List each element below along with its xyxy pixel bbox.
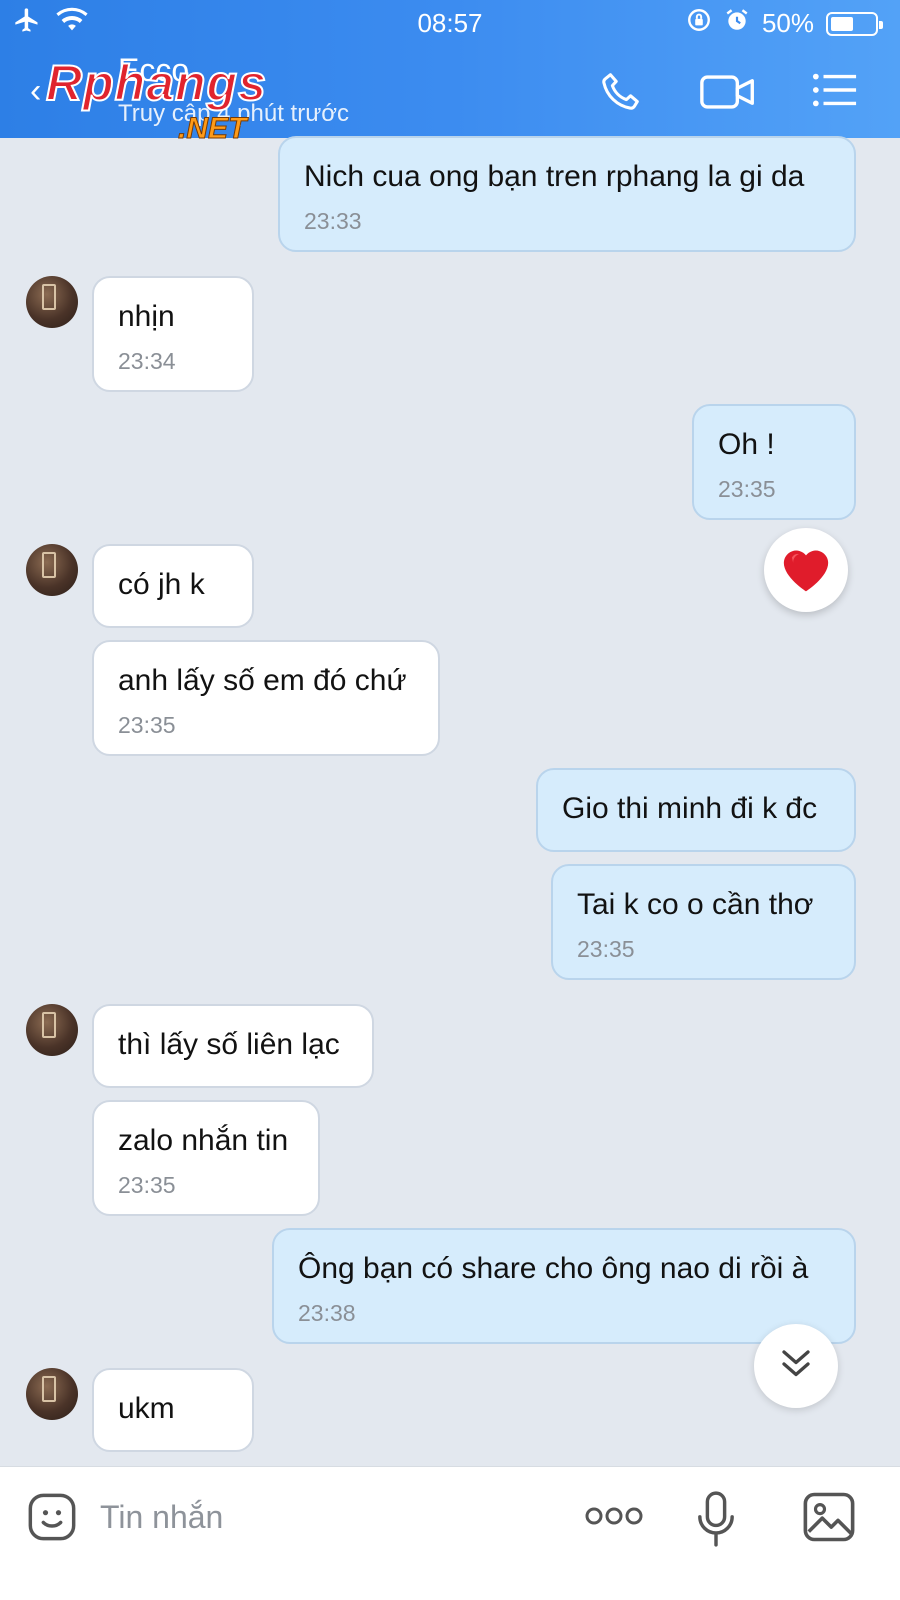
message-text: zalo nhắn tin xyxy=(118,1124,289,1157)
rotation-lock-icon xyxy=(686,7,712,40)
more-options-icon[interactable] xyxy=(584,1501,644,1536)
chat-header: 08:57 50% ‹ Ecco Truy cập 4 phút trước R… xyxy=(0,0,900,144)
message-input-bar xyxy=(0,1466,900,1600)
message-input[interactable] xyxy=(100,1495,540,1539)
avatar[interactable] xyxy=(26,1368,78,1420)
message-text: Gio thi minh đi k đc xyxy=(562,792,818,825)
status-right: 50% xyxy=(686,7,883,40)
message-bubble-outgoing[interactable]: Gio thi minh đi k đc xyxy=(536,768,856,852)
avatar[interactable] xyxy=(26,1004,78,1056)
message-text: Oh ! xyxy=(718,428,775,461)
message-time: 23:33 xyxy=(304,208,362,234)
avatar[interactable] xyxy=(26,544,78,596)
message-time: 23:35 xyxy=(577,936,635,962)
message-text: Ông bạn có share cho ông nao di rồi à xyxy=(298,1252,809,1285)
scroll-down-icon xyxy=(778,1347,814,1386)
message-time: 23:38 xyxy=(298,1300,356,1326)
message-text: Tai k co o cần thơ xyxy=(577,888,814,921)
message-bubble-outgoing[interactable]: Nich cua ong bạn tren rphang la gi da 23… xyxy=(278,136,856,252)
image-icon[interactable] xyxy=(802,1491,856,1548)
message-text: nhịn xyxy=(118,300,175,333)
message-bubble-incoming[interactable]: zalo nhắn tin 23:35 xyxy=(92,1100,320,1216)
message-text: có jh k xyxy=(118,568,205,601)
scroll-down-button[interactable] xyxy=(754,1324,838,1408)
message-bubble-outgoing[interactable]: Ông bạn có share cho ông nao di rồi à 23… xyxy=(272,1228,856,1344)
message-text: anh lấy số em đó chứ xyxy=(118,664,407,697)
video-call-icon[interactable] xyxy=(700,72,756,117)
phone-icon[interactable] xyxy=(598,68,644,119)
message-bubble-incoming[interactable]: anh lấy số em đó chứ 23:35 xyxy=(92,640,440,756)
avatar[interactable] xyxy=(26,276,78,328)
message-time: 23:35 xyxy=(718,476,776,502)
watermark-domain: .NET xyxy=(177,112,247,145)
watermark-logo: Rphangs .NET xyxy=(45,55,267,144)
message-time: 23:35 xyxy=(118,1172,176,1198)
battery-percent: 50% xyxy=(761,8,814,38)
back-arrow-icon[interactable]: ‹ xyxy=(30,72,41,111)
message-bubble-outgoing[interactable]: Oh ! 23:35 xyxy=(692,404,856,520)
heart-reaction-button[interactable] xyxy=(764,528,848,612)
microphone-icon[interactable] xyxy=(694,1491,738,1552)
message-text: Nich cua ong bạn tren rphang la gi da xyxy=(304,160,805,193)
message-bubble-incoming[interactable]: có jh k xyxy=(92,544,254,628)
menu-icon[interactable] xyxy=(812,72,858,113)
watermark-word: Rphangs xyxy=(45,55,267,111)
message-time: 23:35 xyxy=(118,712,176,738)
battery-icon xyxy=(826,11,883,36)
status-bar: 08:57 50% xyxy=(0,0,900,44)
message-bubble-outgoing[interactable]: Tai k co o cần thơ 23:35 xyxy=(551,864,856,980)
message-time: 23:34 xyxy=(118,348,176,374)
message-text: thì lấy số liên lạc xyxy=(118,1028,340,1061)
message-bubble-incoming[interactable]: thì lấy số liên lạc xyxy=(92,1004,374,1088)
alarm-icon xyxy=(724,7,750,40)
message-bubble-incoming[interactable]: ukm xyxy=(92,1368,254,1452)
heart-icon xyxy=(778,542,834,599)
sticker-icon[interactable] xyxy=(26,1491,78,1548)
message-text: ukm xyxy=(118,1392,175,1425)
message-bubble-incoming[interactable]: nhịn 23:34 xyxy=(92,276,254,392)
